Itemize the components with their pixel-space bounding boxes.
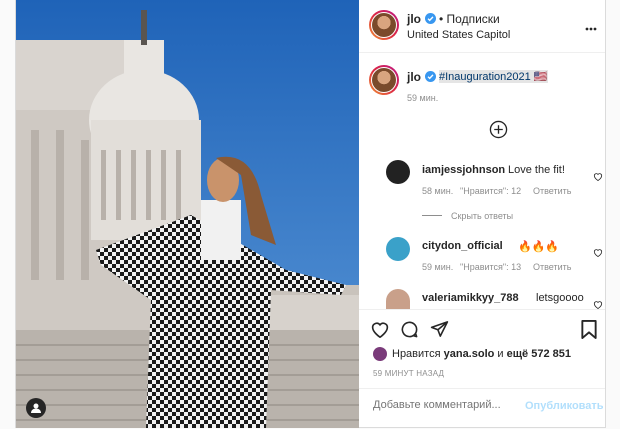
commenter-avatar[interactable] — [386, 237, 410, 261]
comment-input[interactable] — [373, 399, 513, 411]
caption-text[interactable]: #Inauguration2021 🇺🇸 — [439, 70, 548, 83]
comment-text: 🔥🔥🔥 — [518, 241, 560, 253]
comment-time: 58 мин. — [422, 186, 454, 196]
comment-icon[interactable] — [400, 320, 419, 344]
follow-status[interactable]: • Подписки — [439, 12, 500, 26]
comment-text: letsgoooo — [536, 292, 584, 304]
add-comment-bar: Опубликовать — [359, 388, 605, 429]
liker-username[interactable]: yana.solo — [444, 348, 495, 360]
more-icon[interactable] — [585, 18, 597, 36]
heart-icon[interactable] — [593, 168, 603, 186]
likes-and: и — [497, 348, 504, 360]
commenter-avatar[interactable] — [386, 160, 410, 184]
comment-time: 59 мин. — [422, 262, 454, 272]
comment-username[interactable]: iamjessjohnson — [422, 164, 505, 176]
post-card: jlo • Подписки United States Capitol jlo… — [15, 0, 606, 428]
post-photo[interactable] — [16, 0, 359, 428]
verified-icon — [425, 13, 436, 24]
post-header: jlo • Подписки United States Capitol — [359, 0, 605, 53]
hide-replies-button[interactable]: Скрыть ответы — [451, 211, 513, 221]
share-icon[interactable] — [430, 320, 449, 343]
comment-text: Love the fit! — [508, 164, 565, 176]
post-timestamp[interactable]: 59 МИНУТ НАЗАД — [373, 369, 444, 378]
tagged-users-icon[interactable] — [26, 398, 46, 418]
comment-username[interactable]: citydon_official — [422, 240, 503, 252]
liker-avatar[interactable] — [373, 347, 387, 361]
commenter-avatar[interactable] — [386, 289, 410, 309]
comment-likes[interactable]: "Нравится": 13 — [460, 262, 521, 272]
plus-circle-icon[interactable] — [489, 120, 508, 144]
author-avatar[interactable] — [369, 10, 399, 40]
heart-icon[interactable] — [593, 244, 603, 262]
comment-likes[interactable]: "Нравится": 12 — [460, 186, 521, 196]
post-comment-button[interactable]: Опубликовать — [525, 400, 604, 412]
hide-replies-line — [422, 215, 442, 216]
post-details-panel: jlo • Подписки United States Capitol jlo… — [359, 0, 605, 428]
save-icon[interactable] — [581, 320, 597, 344]
caption-username[interactable]: jlo — [407, 70, 421, 84]
verified-icon — [425, 71, 436, 82]
comment-username[interactable]: valeriamikkyy_788 — [422, 292, 519, 304]
reply-button[interactable]: Ответить — [533, 186, 571, 196]
caption-avatar[interactable] — [369, 65, 399, 95]
author-username[interactable]: jlo — [407, 12, 421, 26]
like-icon[interactable] — [370, 320, 390, 343]
reply-button[interactable]: Ответить — [533, 262, 571, 272]
post-location[interactable]: United States Capitol — [407, 29, 510, 41]
likes-prefix: Нравится — [392, 348, 441, 360]
likes-count[interactable]: ещё 572 851 — [507, 348, 571, 360]
caption-time: 59 мин. — [407, 93, 439, 103]
photo-illustration — [16, 0, 359, 428]
likes-summary: Нравится yana.solo и ещё 572 851 — [392, 348, 571, 360]
